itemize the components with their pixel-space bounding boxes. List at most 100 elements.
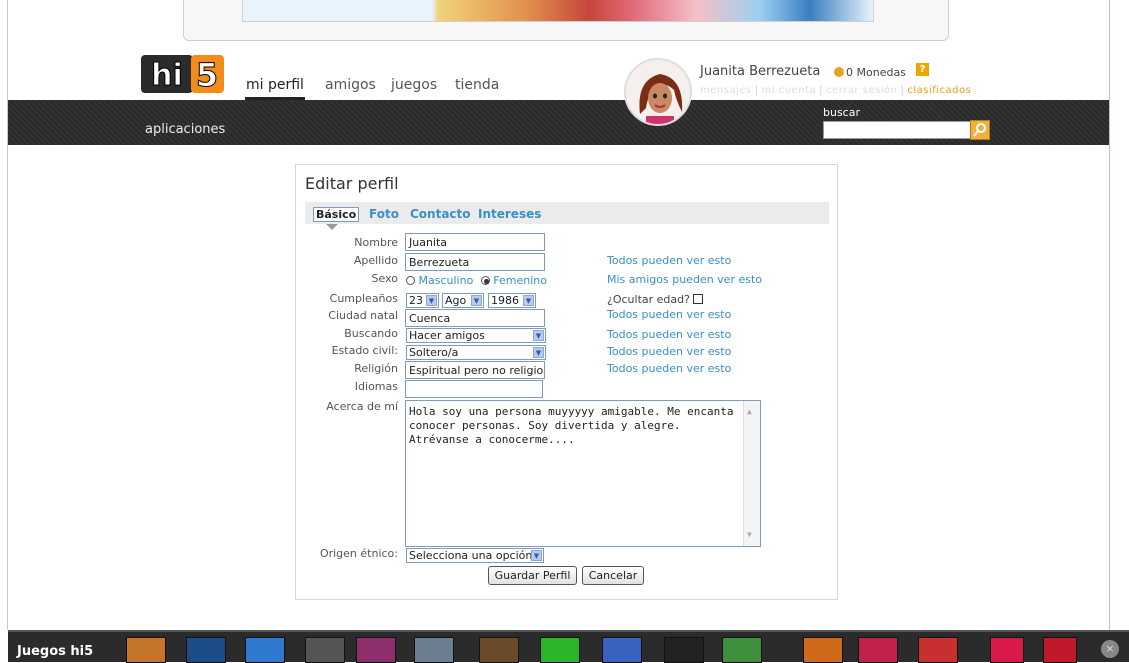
game-thumbnail[interactable]	[245, 637, 285, 663]
page-title: Editar perfil	[305, 174, 399, 193]
close-icon[interactable]: ×	[1101, 640, 1119, 658]
chevron-down-icon: ▼	[471, 295, 482, 306]
top-banner	[183, 0, 949, 41]
label-religion: Religión	[354, 362, 398, 375]
banner-ad-image[interactable]	[242, 0, 874, 22]
game-thumbnail[interactable]	[479, 637, 519, 663]
label-estado-civil: Estado civil:	[331, 344, 398, 357]
game-thumbnail[interactable]	[803, 637, 843, 663]
search-icon	[973, 123, 986, 137]
scroll-up-icon[interactable]: ▲	[747, 405, 752, 419]
avatar[interactable]	[624, 58, 692, 126]
label-nombre: Nombre	[354, 236, 398, 249]
link-mi-cuenta[interactable]: mi cuenta	[762, 85, 817, 96]
nombre-field[interactable]: Juanita	[405, 233, 545, 251]
save-button[interactable]: Guardar Perfil	[488, 566, 577, 585]
nav-juegos[interactable]: juegos	[391, 77, 437, 93]
estado-civil-select[interactable]: Soltero/a ▼	[406, 345, 546, 360]
scroll-down-icon[interactable]: ▼	[747, 528, 752, 542]
hide-age-label: ¿Ocultar edad?	[607, 293, 690, 306]
game-thumbnail[interactable]	[305, 637, 345, 663]
game-thumbnail[interactable]	[990, 637, 1024, 663]
tab-foto[interactable]: Foto	[369, 207, 399, 221]
nav-mi-perfil[interactable]: mi perfil	[246, 77, 304, 93]
estado-value: Soltero/a	[409, 346, 459, 359]
origen-select[interactable]: Selecciona una opción ▼	[406, 548, 544, 563]
buscando-value: Hacer amigos	[409, 329, 485, 342]
month-value: Ago	[445, 294, 467, 307]
chevron-down-icon: ▼	[531, 550, 542, 561]
account-links: mensajes | mi cuenta | cerrar sesión | clasifi…	[700, 85, 972, 96]
help-icon[interactable]: ?	[916, 63, 929, 76]
game-thumbnail[interactable]	[722, 637, 762, 663]
birthday-month-select[interactable]: Ago ▼	[442, 293, 484, 308]
chevron-down-icon: ▼	[426, 295, 437, 306]
tab-contacto[interactable]: Contacto	[410, 207, 471, 221]
svg-text:hi: hi	[151, 58, 183, 93]
idiomas-field[interactable]	[405, 380, 543, 398]
games-bar-title[interactable]: Juegos hi5	[17, 644, 93, 659]
svg-text:5: 5	[196, 56, 218, 93]
label-origen: Origen étnico:	[319, 547, 398, 560]
tab-basico[interactable]: Básico	[313, 207, 360, 222]
chevron-down-icon: ▼	[533, 347, 544, 358]
game-thumbnail[interactable]	[1043, 637, 1077, 663]
nav-tienda[interactable]: tienda	[455, 77, 499, 93]
acerca-textarea[interactable]: Hola soy una persona muyyyyy amigable. M…	[405, 400, 761, 547]
privacy-buscando[interactable]: Todos pueden ver esto	[607, 328, 731, 341]
chevron-down-icon: ▼	[523, 295, 534, 306]
link-cerrar-sesion[interactable]: cerrar sesión	[826, 85, 897, 96]
coins-label[interactable]: 0 Monedas	[846, 66, 906, 79]
ciudad-field[interactable]: Cuenca	[405, 309, 545, 327]
label-buscando: Buscando	[344, 327, 398, 340]
search-input[interactable]	[823, 121, 971, 139]
nav-amigos[interactable]: amigos	[325, 77, 376, 93]
left-border	[7, 0, 8, 630]
user-name[interactable]: Juanita Berrezueta	[700, 64, 820, 79]
radio-femenino-label[interactable]: Femenino	[493, 274, 547, 287]
game-thumbnail[interactable]	[664, 637, 704, 663]
privacy-ciudad[interactable]: Todos pueden ver esto	[607, 308, 731, 321]
religion-field[interactable]: Espiritual pero no religioso	[405, 361, 545, 379]
game-thumbnail[interactable]	[918, 637, 958, 663]
birthday-year-select[interactable]: 1986 ▼	[488, 293, 536, 308]
label-cumpleanos: Cumpleaños	[329, 292, 398, 305]
radio-masculino-label[interactable]: Masculino	[419, 274, 474, 287]
game-thumbnail[interactable]	[540, 637, 580, 663]
privacy-apellido[interactable]: Todos pueden ver esto	[607, 254, 731, 267]
birthday-day-select[interactable]: 23 ▼	[406, 293, 439, 308]
hi5-logo[interactable]: hi 5	[141, 55, 224, 93]
aplicaciones-link[interactable]: aplicaciones	[145, 122, 225, 137]
apellido-field[interactable]: Berrezueta	[405, 253, 545, 271]
coin-icon	[834, 67, 844, 77]
label-apellido: Apellido	[353, 254, 398, 267]
cancel-button[interactable]: Cancelar	[582, 566, 644, 585]
privacy-religion[interactable]: Todos pueden ver esto	[607, 362, 731, 375]
label-sexo: Sexo	[371, 272, 398, 285]
radio-masculino[interactable]	[406, 276, 415, 285]
buscando-select[interactable]: Hacer amigos ▼	[406, 328, 546, 343]
textarea-scrollbar[interactable]: ▲ ▼	[743, 401, 760, 546]
search-button[interactable]	[970, 120, 990, 140]
privacy-sexo[interactable]: Mis amigos pueden ver esto	[607, 273, 762, 286]
origen-value: Selecciona una opción	[409, 549, 533, 562]
link-mensajes[interactable]: mensajes	[700, 85, 752, 96]
scrollbar-edge	[1109, 0, 1110, 630]
coins: 0 Monedas	[834, 66, 906, 79]
label-idiomas: Idiomas	[354, 380, 398, 393]
game-thumbnail[interactable]	[414, 637, 454, 663]
hide-age-checkbox[interactable]	[693, 294, 704, 304]
radio-femenino[interactable]	[480, 276, 490, 285]
game-thumbnail[interactable]	[126, 637, 166, 663]
game-thumbnail[interactable]	[356, 637, 396, 663]
privacy-estado[interactable]: Todos pueden ver esto	[607, 345, 731, 358]
tab-intereses[interactable]: Intereses	[478, 207, 541, 221]
sexo-radios: Masculino Femenino	[406, 274, 547, 287]
game-thumbnail[interactable]	[602, 637, 642, 663]
day-value: 23	[409, 294, 423, 307]
game-thumbnail[interactable]	[858, 637, 898, 663]
nav-active-indicator	[245, 97, 305, 100]
year-value: 1986	[491, 294, 519, 307]
link-clasificados[interactable]: clasificados	[907, 85, 971, 96]
game-thumbnail[interactable]	[186, 637, 226, 663]
